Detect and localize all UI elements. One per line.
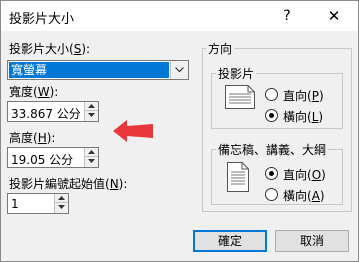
slides-orientation-title: 投影片 [216, 65, 257, 82]
height-increment-button[interactable] [85, 148, 98, 157]
height-label-text: 高度( [9, 131, 38, 145]
title-bar: 投影片大小 ? ✕ [1, 1, 358, 31]
ok-button[interactable]: 確定 [193, 230, 267, 252]
slides-portrait-label: 直向(P) [283, 87, 324, 104]
numbering-label-end: ): [118, 177, 128, 191]
radio-selected-dot [269, 113, 274, 118]
notes-portrait-text: 直向( [283, 168, 312, 182]
slide-size-selected-value: 寬螢幕 [9, 62, 169, 78]
notes-portrait-radio[interactable] [265, 167, 278, 180]
triangle-up-icon [88, 104, 95, 108]
slide-size-label: 投影片大小(S): [9, 40, 90, 57]
height-spinbox[interactable]: 19.05 公分 [7, 147, 99, 168]
width-spin-buttons [84, 102, 98, 121]
height-label-end: ): [46, 131, 56, 145]
slide-size-label-text: 投影片大小( [9, 42, 74, 56]
close-button[interactable]: ✕ [323, 5, 345, 27]
triangle-up-icon [58, 196, 65, 200]
slides-portrait-text: 直向( [283, 89, 312, 103]
notes-landscape-label: 橫向(A) [283, 187, 325, 204]
red-arrow-icon [113, 120, 153, 142]
height-spin-buttons [84, 148, 98, 167]
dialog-title: 投影片大小 [9, 12, 75, 27]
numbering-value[interactable]: 1 [11, 197, 19, 211]
notes-landscape-radio[interactable] [265, 188, 278, 201]
slide-size-label-end: ): [81, 42, 91, 56]
width-spinbox[interactable]: 33.867 公分 [7, 101, 99, 122]
cancel-button[interactable]: 取消 [275, 230, 349, 252]
notes-landscape-accel: A [311, 189, 320, 203]
height-accel: H [37, 131, 47, 145]
slides-landscape-text: 橫向( [283, 110, 312, 124]
help-button[interactable]: ? [277, 5, 297, 27]
landscape-page-icon [225, 85, 255, 109]
width-value[interactable]: 33.867 公分 [11, 105, 81, 122]
triangle-down-icon [88, 159, 95, 163]
numbering-increment-button[interactable] [55, 194, 68, 203]
triangle-down-icon [58, 205, 65, 209]
orientation-title: 方向 [206, 40, 235, 57]
height-value[interactable]: 19.05 公分 [11, 151, 73, 168]
width-accel: W [37, 85, 50, 99]
numbering-decrement-button[interactable] [55, 203, 68, 212]
slides-portrait-radio[interactable] [265, 88, 278, 101]
slides-landscape-label: 橫向(L) [283, 108, 323, 125]
width-label-text: 寬度( [9, 85, 38, 99]
notes-portrait-accel: O [311, 168, 322, 182]
height-label: 高度(H): [9, 129, 55, 146]
triangle-down-icon [88, 113, 95, 117]
radio-selected-dot [269, 171, 274, 176]
chevron-down-icon [175, 67, 184, 73]
slides-landscape-radio[interactable] [265, 109, 278, 122]
width-decrement-button[interactable] [85, 111, 98, 120]
numbering-spinbox[interactable]: 1 [7, 193, 69, 214]
slides-portrait-end: ) [318, 89, 324, 103]
numbering-accel: N [109, 177, 119, 191]
slides-portrait-accel: P [311, 89, 319, 103]
width-label: 寬度(W): [9, 83, 58, 100]
portrait-page-icon [227, 162, 249, 192]
slide-size-dialog: 投影片大小 ? ✕ 投影片大小(S): 寬螢幕 寬度(W): 33.867 公分… [0, 0, 359, 262]
notes-landscape-end: ) [319, 189, 325, 203]
width-label-end: ): [49, 85, 59, 99]
triangle-up-icon [88, 150, 95, 154]
numbering-spin-buttons [54, 194, 68, 213]
height-decrement-button[interactable] [85, 157, 98, 166]
dropdown-button[interactable] [170, 61, 188, 79]
slide-size-dropdown[interactable]: 寬螢幕 [7, 60, 189, 80]
notes-portrait-label: 直向(O) [283, 166, 326, 183]
notes-portrait-end: ) [321, 168, 326, 182]
notes-orientation-title: 備忘稿、講義、大綱 [216, 141, 329, 158]
slides-landscape-end: ) [318, 110, 324, 124]
numbering-label-text: 投影片編號起始值( [9, 177, 110, 191]
notes-landscape-text: 橫向( [283, 189, 312, 203]
numbering-label: 投影片編號起始值(N): [9, 175, 127, 192]
width-increment-button[interactable] [85, 102, 98, 111]
